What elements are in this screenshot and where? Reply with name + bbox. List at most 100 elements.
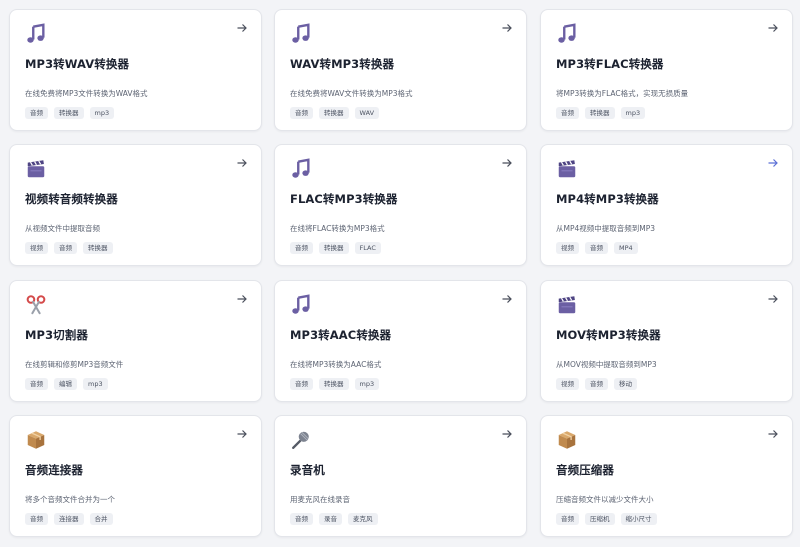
arrow-right-icon[interactable] bbox=[767, 22, 779, 34]
card-description: 用麦克风在线录音 bbox=[290, 495, 350, 504]
tool-card-mp3-to-flac[interactable]: MP3转FLAC转换器 将MP3转换为FLAC格式，实现无损质量 音频 转换器 … bbox=[540, 9, 793, 131]
tag: 音频 bbox=[290, 378, 313, 390]
tool-card-video-to-audio[interactable]: 视频转音频转换器 从视频文件中提取音频 视频 音频 转换器 bbox=[9, 144, 262, 266]
tag-list: 音频 压缩机 缩小尺寸 bbox=[556, 513, 657, 525]
tag-list: 音频 连接器 合并 bbox=[25, 513, 113, 525]
music-note-icon bbox=[27, 23, 45, 43]
tool-card-wav-to-mp3[interactable]: WAV转MP3转换器 在线免费将WAV文件转换为MP3格式 音频 转换器 WAV bbox=[274, 9, 527, 131]
card-title: MP4转MP3转换器 bbox=[556, 192, 659, 206]
card-description: 从MP4视频中提取音频到MP3 bbox=[556, 224, 656, 233]
tool-card-mov-to-mp3[interactable]: MOV转MP3转换器 从MOV视频中提取音频到MP3 视频 音频 移动 bbox=[540, 280, 793, 402]
tag: 音频 bbox=[556, 513, 579, 525]
tag: 音频 bbox=[25, 378, 48, 390]
tag-list: 音频 录音 麦克风 bbox=[290, 513, 378, 525]
tag: mp3 bbox=[354, 378, 380, 390]
tag: 转换器 bbox=[319, 242, 349, 254]
tag: 压缩机 bbox=[585, 513, 615, 525]
tag: 麦克风 bbox=[348, 513, 378, 525]
tag-list: 音频 编辑 mp3 bbox=[25, 378, 108, 390]
tag-list: 音频 转换器 mp3 bbox=[25, 107, 115, 119]
tag: 音频 bbox=[290, 242, 313, 254]
tag-list: 视频 音频 转换器 bbox=[25, 242, 113, 254]
tag-list: 音频 转换器 mp3 bbox=[290, 378, 380, 390]
tag: 合并 bbox=[89, 513, 113, 525]
music-note-icon bbox=[558, 23, 576, 43]
tag: 音频 bbox=[585, 242, 608, 254]
tag: 视频 bbox=[556, 242, 579, 254]
tag: 音频 bbox=[556, 107, 579, 119]
tag-list: 音频 转换器 FLAC bbox=[290, 242, 381, 254]
tool-card-mp3-to-aac[interactable]: MP3转AAC转换器 在线将MP3转换为AAC格式 音频 转换器 mp3 bbox=[274, 280, 527, 402]
tag: 移动 bbox=[614, 378, 637, 390]
tag: 视频 bbox=[556, 378, 579, 390]
card-title: 音频压缩器 bbox=[556, 463, 614, 477]
card-title: 音频连接器 bbox=[25, 463, 83, 477]
arrow-right-icon[interactable] bbox=[767, 157, 779, 169]
tool-card-audio-compressor[interactable]: 音频压缩器 压缩音频文件以减少文件大小 音频 压缩机 缩小尺寸 bbox=[540, 415, 793, 537]
tag: 音频 bbox=[290, 513, 313, 525]
card-description: 压缩音频文件以减少文件大小 bbox=[556, 495, 654, 504]
microphone-icon bbox=[292, 431, 309, 449]
card-description: 在线免费将WAV文件转换为MP3格式 bbox=[290, 89, 413, 98]
music-note-icon bbox=[292, 23, 310, 43]
tag: mp3 bbox=[83, 378, 108, 390]
tag-list: 视频 音频 移动 bbox=[556, 378, 637, 390]
arrow-right-icon[interactable] bbox=[236, 293, 248, 305]
tag: 转换器 bbox=[319, 107, 349, 119]
tag: 视频 bbox=[25, 242, 48, 254]
package-icon bbox=[27, 431, 45, 449]
arrow-right-icon[interactable] bbox=[501, 157, 513, 169]
music-note-icon bbox=[292, 158, 310, 178]
arrow-right-icon[interactable] bbox=[501, 428, 513, 440]
arrow-right-icon[interactable] bbox=[236, 157, 248, 169]
tag: 连接器 bbox=[54, 513, 84, 525]
tag: 转换器 bbox=[83, 242, 113, 254]
tag: 音频 bbox=[290, 107, 313, 119]
card-title: FLAC转MP3转换器 bbox=[290, 192, 398, 206]
tag: 转换器 bbox=[585, 107, 615, 119]
tool-card-audio-joiner[interactable]: 音频连接器 将多个音频文件合并为一个 音频 连接器 合并 bbox=[9, 415, 262, 537]
card-description: 从MOV视频中提取音频到MP3 bbox=[556, 360, 657, 369]
tag: FLAC bbox=[354, 242, 381, 254]
card-title: MP3转FLAC转换器 bbox=[556, 57, 664, 71]
tools-grid: MP3转WAV转换器 在线免费将MP3文件转换为WAV格式 音频 转换器 mp3… bbox=[0, 0, 800, 547]
card-description: 在线剪辑和修剪MP3音频文件 bbox=[25, 360, 124, 369]
tool-card-mp3-cutter[interactable]: MP3切割器 在线剪辑和修剪MP3音频文件 音频 编辑 mp3 bbox=[9, 280, 262, 402]
music-note-icon bbox=[292, 294, 310, 314]
tag: mp3 bbox=[620, 107, 646, 119]
tag: 转换器 bbox=[319, 378, 349, 390]
arrow-right-icon[interactable] bbox=[767, 293, 779, 305]
card-title: 录音机 bbox=[290, 463, 325, 477]
clapperboard-icon bbox=[558, 296, 576, 314]
card-title: MP3转AAC转换器 bbox=[290, 328, 392, 342]
tag: 录音 bbox=[319, 513, 342, 525]
arrow-right-icon[interactable] bbox=[236, 428, 248, 440]
clapperboard-icon bbox=[27, 160, 45, 178]
card-description: 在线将MP3转换为AAC格式 bbox=[290, 360, 382, 369]
card-description: 在线免费将MP3文件转换为WAV格式 bbox=[25, 89, 148, 98]
tag: 转换器 bbox=[54, 107, 84, 119]
card-title: MOV转MP3转换器 bbox=[556, 328, 661, 342]
card-description: 将多个音频文件合并为一个 bbox=[25, 495, 115, 504]
tag-list: 视频 音频 MP4 bbox=[556, 242, 638, 254]
scissors-icon bbox=[26, 295, 46, 315]
arrow-right-icon[interactable] bbox=[501, 293, 513, 305]
tag-list: 音频 转换器 mp3 bbox=[556, 107, 646, 119]
package-icon bbox=[558, 431, 576, 449]
arrow-right-icon[interactable] bbox=[236, 22, 248, 34]
tag: 音频 bbox=[585, 378, 608, 390]
tool-card-flac-to-mp3[interactable]: FLAC转MP3转换器 在线将FLAC转换为MP3格式 音频 转换器 FLAC bbox=[274, 144, 527, 266]
card-title: MP3切割器 bbox=[25, 328, 88, 342]
tool-card-voice-recorder[interactable]: 录音机 用麦克风在线录音 音频 录音 麦克风 bbox=[274, 415, 527, 537]
arrow-right-icon[interactable] bbox=[767, 428, 779, 440]
tag: 音频 bbox=[25, 513, 48, 525]
tool-card-mp3-to-wav[interactable]: MP3转WAV转换器 在线免费将MP3文件转换为WAV格式 音频 转换器 mp3 bbox=[9, 9, 262, 131]
tag: 音频 bbox=[54, 242, 77, 254]
arrow-right-icon[interactable] bbox=[501, 22, 513, 34]
tag: MP4 bbox=[614, 242, 638, 254]
tag-list: 音频 转换器 WAV bbox=[290, 107, 380, 119]
card-description: 从视频文件中提取音频 bbox=[25, 224, 100, 233]
card-title: WAV转MP3转换器 bbox=[290, 57, 395, 71]
tool-card-mp4-to-mp3[interactable]: MP4转MP3转换器 从MP4视频中提取音频到MP3 视频 音频 MP4 bbox=[540, 144, 793, 266]
tag: 缩小尺寸 bbox=[620, 513, 657, 525]
